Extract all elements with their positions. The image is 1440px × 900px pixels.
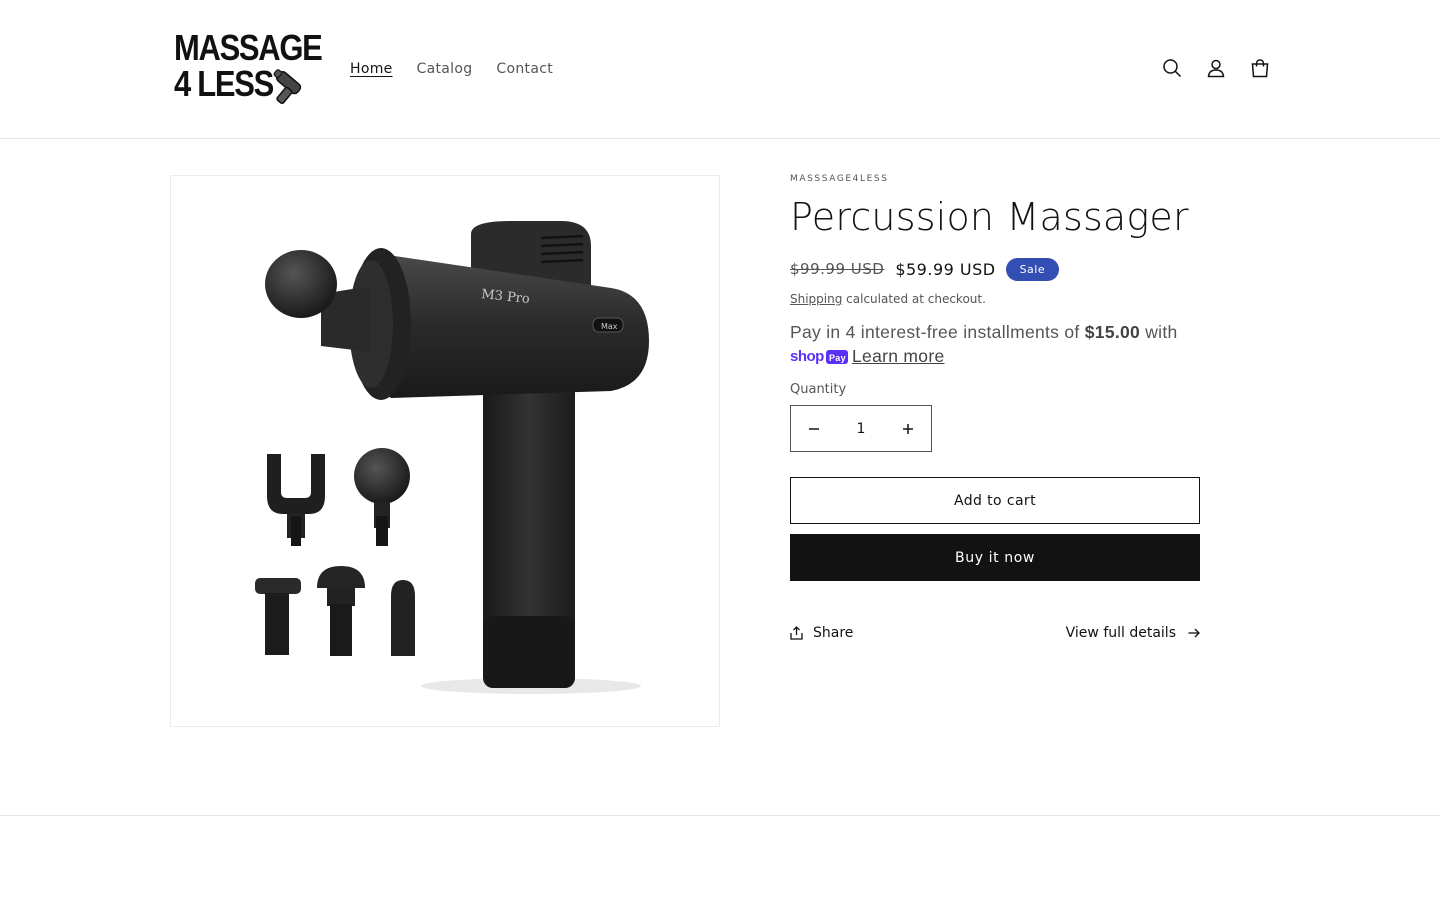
- product-vendor: MASSSAGE4LESS: [790, 174, 889, 184]
- search-icon: [1163, 59, 1182, 78]
- section-divider: [0, 815, 1440, 816]
- installments-amount: $15.00: [1084, 322, 1141, 342]
- quantity-input[interactable]: [837, 406, 885, 451]
- cart-icon: [1251, 59, 1269, 78]
- share-label: Share: [813, 625, 854, 641]
- search-button[interactable]: [1150, 46, 1194, 90]
- shipping-note-text: calculated at checkout.: [842, 292, 986, 306]
- quantity-decrease-button[interactable]: [791, 406, 837, 451]
- quantity-stepper: [790, 405, 932, 452]
- header-icons: [1150, 46, 1282, 90]
- price-compare: $99.99 USD: [790, 260, 885, 278]
- logo-line-1: MASSAGE: [174, 27, 323, 68]
- account-icon: [1207, 59, 1225, 78]
- account-button[interactable]: [1194, 46, 1238, 90]
- nav-item-contact[interactable]: Contact: [484, 56, 565, 82]
- arrow-right-icon: [1188, 628, 1200, 638]
- shipping-link[interactable]: Shipping: [790, 292, 842, 306]
- massage-gun-logo-icon: [273, 69, 302, 105]
- add-to-cart-button[interactable]: Add to cart: [790, 477, 1200, 524]
- view-full-details-link[interactable]: View full details: [1066, 625, 1200, 641]
- shop-pay-logo: shop Pay: [790, 348, 848, 366]
- buy-now-button[interactable]: Buy it now: [790, 534, 1200, 581]
- shop-pay-wordmark: shop: [790, 348, 824, 365]
- quantity-increase-button[interactable]: [885, 406, 931, 451]
- nav-item-home[interactable]: Home: [338, 56, 405, 82]
- quantity-label: Quantity: [790, 382, 847, 397]
- shop-pay-badge: Pay: [829, 353, 846, 363]
- plus-icon: [903, 423, 913, 434]
- installments-suffix: with: [1140, 322, 1178, 342]
- minus-icon: [809, 427, 819, 430]
- learn-more-link[interactable]: Learn more: [852, 346, 945, 366]
- product-info: MASSSAGE4LESS Percussion Massager $99.99…: [790, 174, 1200, 645]
- nav-item-catalog[interactable]: Catalog: [405, 56, 485, 82]
- product-image[interactable]: M3 Pro Max: [170, 175, 720, 727]
- massage-gun-product-image: M3 Pro Max: [255, 221, 649, 694]
- sale-badge: Sale: [1005, 257, 1060, 281]
- shop-pay-installments: Pay in 4 interest-free installments of $…: [790, 320, 1200, 368]
- store-logo[interactable]: MASSAGE 4 LESS: [174, 27, 323, 108]
- shop-pay-logo-icon: shop Pay: [790, 348, 848, 365]
- cart-button[interactable]: [1238, 46, 1282, 90]
- share-icon: [790, 626, 803, 640]
- view-details-label: View full details: [1065, 625, 1176, 641]
- shipping-note: Shipping calculated at checkout.: [790, 292, 1200, 306]
- image-mode-label: Max: [601, 322, 618, 331]
- site-header: MASSAGE 4 LESS Home Catalog Contact: [0, 0, 1440, 139]
- share-row: Share View full details: [790, 621, 1200, 645]
- product-title: Percussion Massager: [790, 195, 1189, 239]
- main-nav: Home Catalog Contact: [338, 56, 565, 82]
- price-sale: $59.99 USD: [895, 259, 996, 279]
- price-row: $99.99 USD $59.99 USD Sale: [790, 254, 1200, 284]
- installments-prefix: Pay in 4 interest-free installments of: [790, 322, 1085, 342]
- share-button[interactable]: Share: [790, 625, 853, 641]
